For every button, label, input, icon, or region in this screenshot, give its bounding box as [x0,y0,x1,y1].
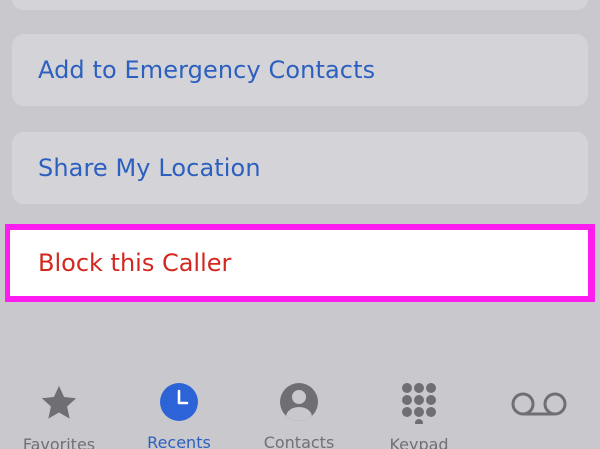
add-to-emergency-contacts-label: Add to Emergency Contacts [38,56,376,84]
add-to-emergency-contacts-button[interactable]: Add to Emergency Contacts [12,34,588,106]
tab-contacts-label: Contacts [263,433,335,449]
tab-voicemail[interactable] [484,372,594,449]
share-my-location-button[interactable]: Share My Location [12,132,588,204]
tab-bar: Favorites Recents Contacts Keypad [0,372,600,449]
share-my-location-label: Share My Location [38,154,261,182]
tab-contacts[interactable]: Contacts [244,372,354,449]
tab-favorites[interactable]: Favorites [4,372,114,449]
tab-recents-label: Recents [147,433,211,449]
tab-keypad[interactable]: Keypad [364,372,474,449]
person-circle-icon [277,382,321,422]
star-icon [37,382,81,424]
phone-screen: Add to Emergency Contacts Share My Locat… [0,0,600,449]
tab-recents[interactable]: Recents [124,372,234,449]
clock-icon [157,382,201,422]
block-this-caller-button[interactable]: Block this Caller [10,230,588,296]
tab-keypad-label: Keypad [389,435,449,449]
previous-list-item[interactable] [12,0,588,10]
voicemail-icon [509,382,569,426]
tab-favorites-label: Favorites [22,435,96,449]
block-this-caller-label: Block this Caller [38,249,232,277]
keypad-grid-icon [397,382,441,424]
